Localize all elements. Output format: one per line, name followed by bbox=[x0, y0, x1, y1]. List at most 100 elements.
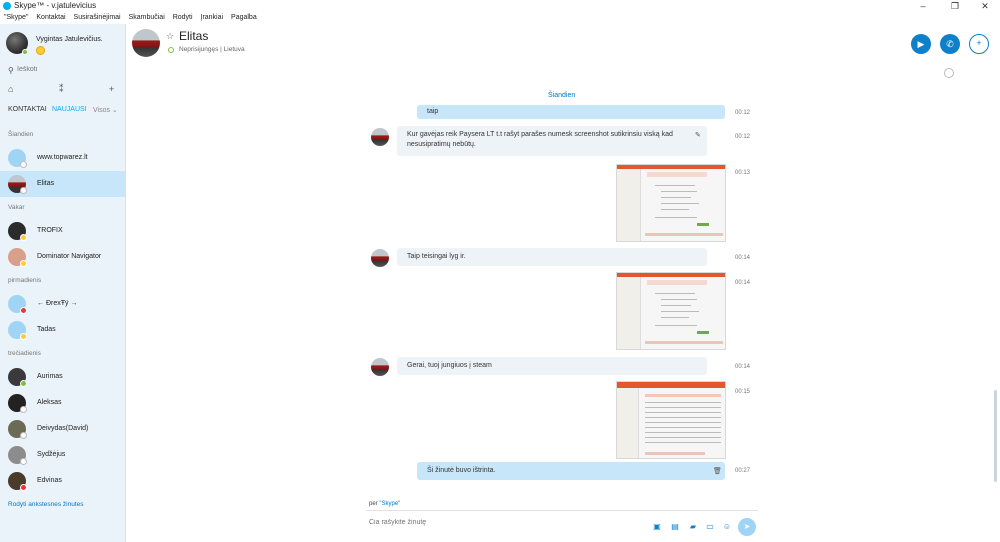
send-button[interactable]: ➤ bbox=[738, 518, 756, 536]
contact-item[interactable]: Aurimas bbox=[0, 364, 126, 390]
emoticon-icon[interactable]: ☺ bbox=[722, 522, 732, 531]
via-service-dropdown[interactable]: "Skype" bbox=[379, 501, 400, 507]
message-time: 00:14 bbox=[735, 280, 751, 286]
video-call-button[interactable]: ▶ bbox=[911, 34, 931, 54]
conversation-title[interactable]: Elitas bbox=[179, 29, 208, 43]
message-bubble-outgoing[interactable]: taip bbox=[417, 105, 725, 119]
image-attachment[interactable] bbox=[616, 381, 726, 459]
menu-pagalba[interactable]: Pagalba bbox=[231, 14, 257, 21]
online-status-icon bbox=[22, 49, 28, 55]
day-separator: Šiandien bbox=[548, 92, 576, 99]
contact-item[interactable]: Tadas bbox=[0, 317, 126, 343]
image-attachment[interactable] bbox=[616, 272, 726, 350]
conversation-header: ☆ Elitas Neprisijungęs | Lietuva ▶ ✆ + bbox=[126, 24, 1000, 66]
trash-icon[interactable]: 🗑 bbox=[713, 467, 722, 475]
contact-name: Aleksas bbox=[37, 399, 62, 406]
video-message-icon[interactable]: ▰ bbox=[688, 522, 698, 531]
away-status-icon bbox=[20, 260, 27, 267]
contact-name: Tadas bbox=[37, 326, 56, 333]
window-title: Skype™ - v.jatulevicius bbox=[14, 1, 97, 10]
add-participant-button[interactable]: + bbox=[969, 34, 989, 54]
contact-item[interactable]: Edvinas bbox=[0, 468, 126, 494]
phone-icon: ✆ bbox=[946, 39, 954, 49]
online-status-icon bbox=[20, 380, 27, 387]
offline-status-icon bbox=[20, 432, 27, 439]
message-avatar[interactable] bbox=[371, 358, 389, 376]
tab-recent[interactable]: NAUJAUSI bbox=[52, 106, 87, 113]
skype-logo-icon bbox=[3, 2, 11, 10]
search-icon: ⚲ bbox=[8, 66, 14, 75]
globe-icon[interactable] bbox=[944, 68, 954, 78]
message-avatar[interactable] bbox=[371, 249, 389, 267]
away-status-icon bbox=[20, 333, 27, 340]
menu-susirasinejimai[interactable]: Susirašinėjimai bbox=[74, 14, 121, 21]
conversation-scrollbar[interactable] bbox=[994, 390, 997, 482]
section-yesterday: Vakar bbox=[8, 204, 25, 211]
add-icon[interactable]: + bbox=[109, 84, 114, 94]
contact-name: Dominator Navigator bbox=[37, 253, 102, 260]
profile-panel[interactable]: Vygintas Jatulevičius. bbox=[0, 24, 126, 60]
mood-emoticon-icon[interactable] bbox=[36, 46, 45, 55]
dial-pad-icon[interactable]: ⁑ bbox=[59, 84, 64, 95]
menu-kontaktai[interactable]: Kontaktai bbox=[36, 14, 65, 21]
away-status-icon bbox=[20, 234, 27, 241]
audio-call-button[interactable]: ✆ bbox=[940, 34, 960, 54]
contact-name: Aurimas bbox=[37, 373, 63, 380]
menu-skype[interactable]: "Skype" bbox=[4, 14, 28, 21]
home-icon[interactable]: ⌂ bbox=[8, 84, 13, 94]
message-bubble-incoming[interactable]: Taip teisingai lyg ir. bbox=[397, 248, 707, 266]
offline-status-icon bbox=[20, 161, 27, 168]
contact-item[interactable]: Dominator Navigator bbox=[0, 244, 126, 270]
search-box[interactable]: ⚲ bbox=[6, 65, 120, 77]
contact-name: Sydžėjus bbox=[37, 451, 66, 458]
sidebar-toolbar: ⌂ ⁑ + bbox=[0, 84, 126, 98]
menu-skambuciai[interactable]: Skambučiai bbox=[129, 14, 165, 21]
contact-item[interactable]: Sydžėjus bbox=[0, 442, 126, 468]
contact-name: www.topwarez.lt bbox=[37, 154, 88, 161]
image-attachment[interactable] bbox=[616, 164, 726, 242]
contact-name: TROFIX bbox=[37, 227, 63, 234]
message-time: 00:27 bbox=[735, 468, 751, 474]
contact-item[interactable]: Aleksas bbox=[0, 390, 126, 416]
filter-dropdown[interactable]: Visos ⌄ bbox=[93, 106, 118, 114]
message-input[interactable] bbox=[369, 519, 639, 526]
contact-name: ← ĐrexŦÿ → bbox=[37, 300, 78, 307]
contact-name: Deivydas(David) bbox=[37, 425, 89, 432]
offline-status-icon bbox=[20, 187, 27, 194]
message-bubble-deleted[interactable]: Ši žinutė buvo ištrinta. bbox=[417, 462, 725, 480]
contact-item[interactable]: Deivydas(David) bbox=[0, 416, 126, 442]
contact-item-selected[interactable]: Elitas bbox=[0, 171, 126, 197]
contact-item[interactable]: www.topwarez.lt bbox=[0, 145, 126, 171]
contact-name: Elitas bbox=[37, 180, 55, 187]
menu-rodyti[interactable]: Rodyti bbox=[173, 14, 193, 21]
contact-item[interactable]: TROFIX bbox=[0, 218, 126, 244]
message-time: 00:13 bbox=[735, 170, 751, 176]
menu-irankiai[interactable]: Įrankiai bbox=[201, 14, 224, 21]
message-bubble-incoming[interactable]: Kur gavėjas reik Paysera LT t.t rašyt pa… bbox=[397, 126, 707, 156]
conversation-avatar[interactable] bbox=[132, 29, 160, 57]
video-camera-icon: ▶ bbox=[917, 39, 925, 49]
offline-status-icon bbox=[168, 47, 174, 53]
message-avatar[interactable] bbox=[371, 128, 389, 146]
message-bubble-incoming[interactable]: Gerai, tuoj jungiuos į steam bbox=[397, 357, 707, 375]
send-file-icon[interactable]: ▤ bbox=[670, 522, 680, 531]
show-older-messages-link[interactable]: Rodyti ankstesnes žinutes bbox=[8, 501, 84, 508]
maximize-button[interactable]: ❐ bbox=[940, 0, 970, 12]
send-contact-icon[interactable]: ▭ bbox=[705, 522, 715, 531]
section-today: Šiandien bbox=[8, 131, 34, 138]
close-button[interactable]: ✕ bbox=[970, 0, 1000, 12]
message-time: 00:12 bbox=[735, 110, 751, 116]
contact-item[interactable]: ← ĐrexŦÿ → bbox=[0, 291, 126, 317]
via-prefix: per bbox=[369, 501, 378, 507]
favorite-star-icon[interactable]: ☆ bbox=[166, 31, 174, 42]
busy-status-icon bbox=[20, 484, 27, 491]
search-input[interactable] bbox=[17, 66, 117, 73]
minimize-button[interactable]: – bbox=[908, 0, 938, 12]
edited-pencil-icon: ✎ bbox=[695, 132, 701, 139]
profile-name[interactable]: Vygintas Jatulevičius. bbox=[36, 36, 103, 43]
sidebar: Vygintas Jatulevičius. ⚲ ⌂ ⁑ + KONTAKTAI… bbox=[0, 24, 126, 542]
busy-status-icon bbox=[20, 307, 27, 314]
send-arrow-icon: ➤ bbox=[743, 522, 751, 531]
send-image-icon[interactable]: ▣ bbox=[652, 522, 662, 531]
tab-contacts[interactable]: KONTAKTAI bbox=[8, 106, 47, 113]
